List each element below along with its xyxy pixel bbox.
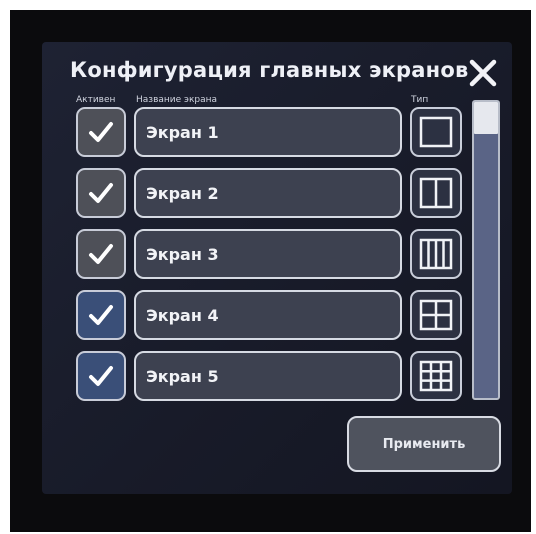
checkmark-icon	[89, 183, 113, 203]
two-by-two-grid-icon	[419, 299, 453, 331]
column-header-name: Название экрана	[136, 95, 218, 105]
column-header-active: Активен	[76, 95, 116, 105]
checkmark-icon	[89, 366, 113, 386]
two-column-icon	[419, 177, 453, 209]
layout-type-button-3[interactable]	[410, 229, 462, 279]
active-checkbox-2[interactable]	[76, 168, 126, 218]
three-by-three-grid-icon	[419, 360, 453, 392]
checkmark-icon	[89, 305, 113, 325]
screen-name-field-1[interactable]: Экран 1	[134, 107, 402, 157]
single-pane-icon	[419, 116, 453, 148]
apply-button[interactable]: Применить	[347, 416, 501, 472]
active-checkbox-4[interactable]	[76, 290, 126, 340]
three-column-icon	[419, 238, 453, 270]
close-button[interactable]	[466, 56, 500, 90]
screen-name-field-2[interactable]: Экран 2	[134, 168, 402, 218]
screen-name-field-5[interactable]: Экран 5	[134, 351, 402, 401]
dialog-title: Конфигурация главных экранов	[70, 58, 469, 82]
layout-type-button-4[interactable]	[410, 290, 462, 340]
scrollbar-thumb[interactable]	[474, 102, 498, 134]
column-header-type: Тип	[411, 95, 429, 105]
active-checkbox-5[interactable]	[76, 351, 126, 401]
layout-type-button-1[interactable]	[410, 107, 462, 157]
scrollbar[interactable]	[472, 100, 500, 400]
screen-name-field-3[interactable]: Экран 3	[134, 229, 402, 279]
layout-type-button-5[interactable]	[410, 351, 462, 401]
checkmark-icon	[89, 122, 113, 142]
layout-type-button-2[interactable]	[410, 168, 462, 218]
checkmark-icon	[89, 244, 113, 264]
screen-name-field-4[interactable]: Экран 4	[134, 290, 402, 340]
active-checkbox-3[interactable]	[76, 229, 126, 279]
active-checkbox-1[interactable]	[76, 107, 126, 157]
close-icon	[469, 59, 497, 87]
